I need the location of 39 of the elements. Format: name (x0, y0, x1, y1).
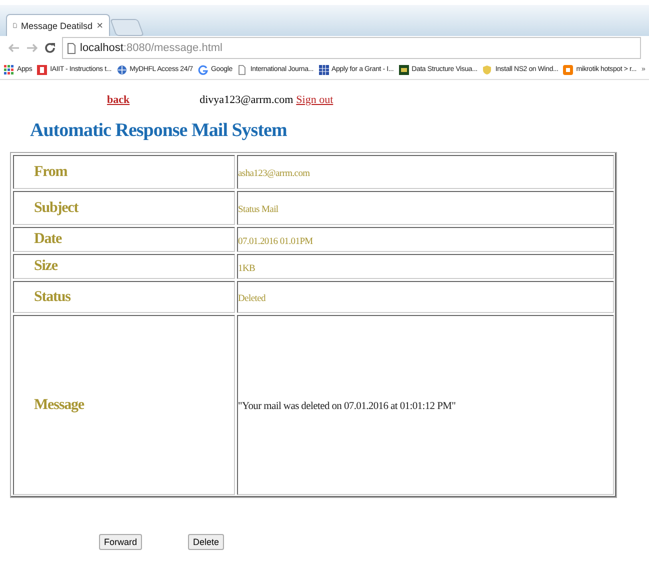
field-value: asha123@arrm.com (238, 169, 310, 179)
tab-close-button[interactable]: × (96, 20, 103, 32)
browser-tab[interactable]: Message Deatilsd × (6, 14, 110, 36)
field-value: Status Mail (238, 205, 278, 215)
field-value: "Your mail was deleted on 07.01.2016 at 01:01:12 PM" (238, 401, 456, 412)
address-bar[interactable]: localhost:8080/message.html (62, 37, 641, 59)
field-value: 07.01.2016 01.01PM (238, 236, 313, 246)
forward-arrow-icon[interactable] (26, 43, 38, 53)
page-icon (67, 42, 76, 54)
document-icon (37, 64, 48, 74)
apps-grid-icon (4, 64, 14, 74)
page-icon (237, 64, 248, 74)
url-host: localhost (80, 42, 124, 54)
field-label: Message (33, 396, 86, 414)
field-value: 1KB (238, 264, 256, 274)
user-email: divya123@arrm.com (200, 94, 294, 106)
reload-icon[interactable] (44, 42, 56, 54)
new-tab-button[interactable] (110, 19, 144, 36)
google-g-icon (198, 64, 208, 74)
field-label: Status (33, 288, 72, 306)
sign-out-link[interactable]: Sign out (296, 94, 334, 106)
page-icon (13, 20, 18, 31)
back-arrow-icon[interactable] (8, 43, 20, 53)
back-link[interactable]: back (107, 94, 130, 106)
tab-title: Message Deatilsd (21, 20, 93, 30)
url-path: :8080/message.html (123, 42, 222, 54)
field-value: Deleted (238, 294, 266, 304)
shield-icon (482, 64, 492, 74)
field-label: Subject (33, 200, 80, 216)
globe-icon (116, 64, 127, 74)
square-logo-icon (398, 64, 409, 74)
action-button[interactable]: Delete (188, 534, 224, 550)
action-button[interactable]: Forward (99, 534, 142, 550)
field-label: Date (33, 231, 63, 248)
blog-logo-icon (563, 64, 574, 74)
field-label: Size (33, 258, 59, 275)
field-label: From (33, 164, 68, 180)
grid-icon (318, 64, 329, 74)
page-title: Automatic Response Mail System (30, 120, 288, 142)
